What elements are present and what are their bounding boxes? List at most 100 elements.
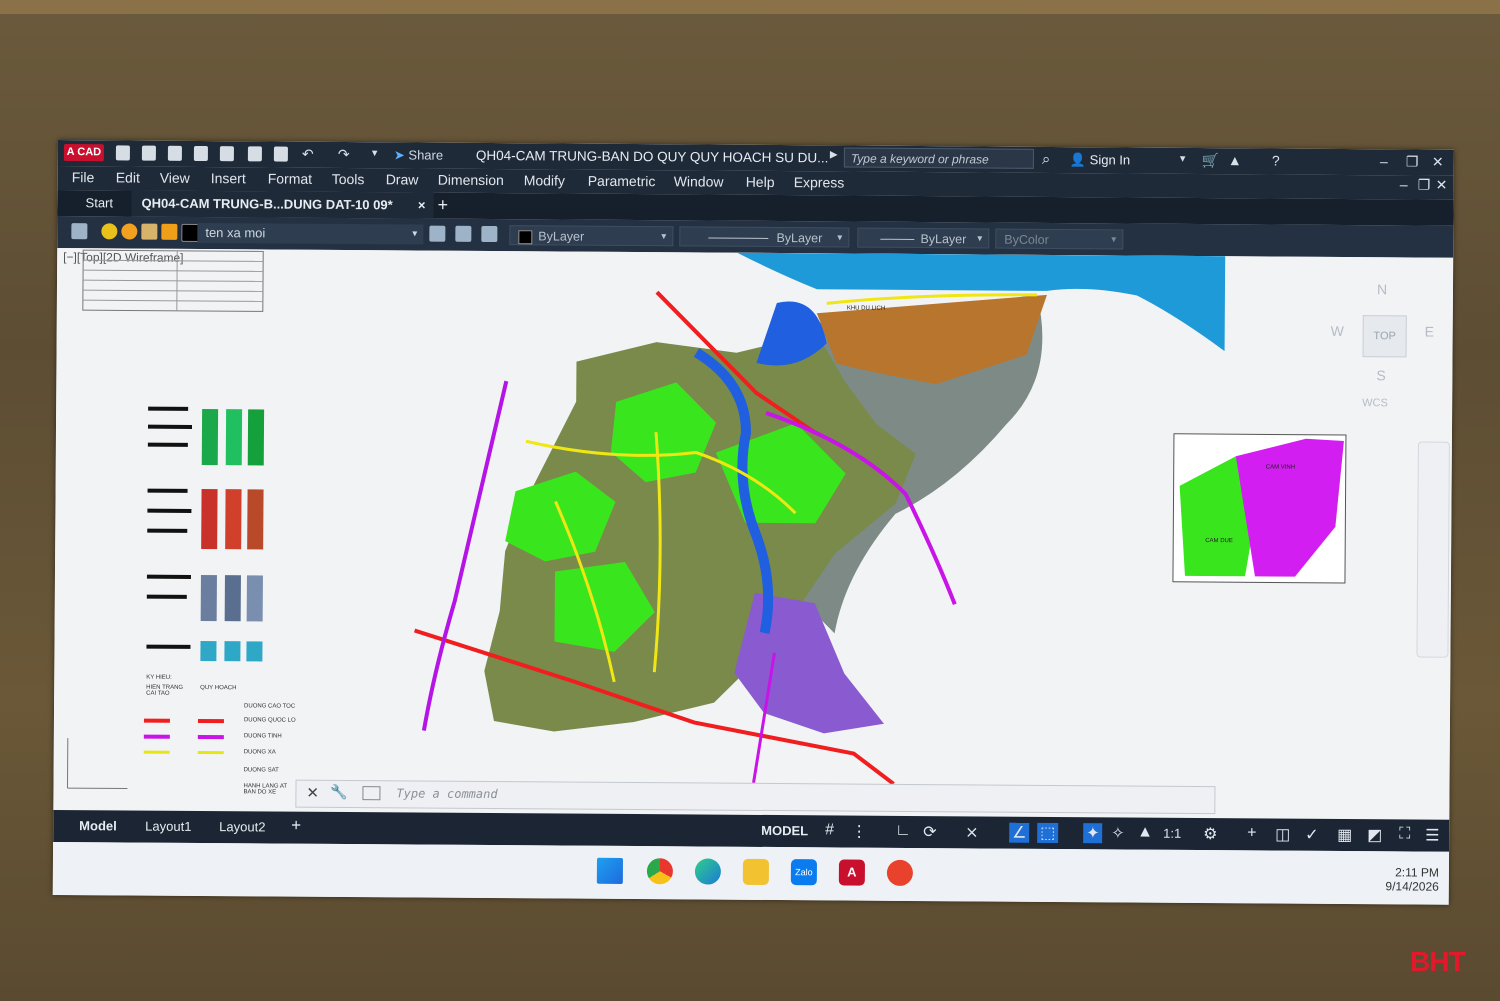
model-space-button[interactable]: MODEL: [761, 823, 808, 838]
viewcube-north[interactable]: N: [1377, 281, 1387, 297]
viewcube-south[interactable]: S: [1376, 367, 1385, 383]
match-layer-icon[interactable]: [455, 225, 472, 242]
menu-draw[interactable]: Draw: [386, 171, 419, 187]
otrack-icon[interactable]: ∠: [1009, 822, 1030, 843]
sign-in-dropdown-icon[interactable]: ▾: [1180, 152, 1186, 165]
lineweight-dropdown[interactable]: ByLayer ▾: [857, 227, 990, 249]
close-icon[interactable]: ✕: [1432, 154, 1444, 171]
plotstyle-dropdown[interactable]: ByColor ▾: [995, 228, 1124, 250]
isolate-objects-icon[interactable]: ◫: [1275, 825, 1290, 845]
open-folder-icon[interactable]: [141, 145, 156, 161]
help-search-input[interactable]: Type a keyword or phrase: [843, 147, 1034, 169]
menu-view[interactable]: View: [160, 170, 190, 186]
grid-icon[interactable]: #: [825, 821, 834, 839]
make-current-icon[interactable]: [429, 225, 446, 242]
tab-layout2[interactable]: Layout2: [219, 819, 265, 834]
osnap-icon[interactable]: ⨯: [965, 822, 979, 842]
menu-express[interactable]: Express: [794, 174, 845, 190]
viewcube-top[interactable]: TOP: [1362, 315, 1407, 358]
add-layout-button[interactable]: +: [291, 816, 301, 836]
scale-dropdown[interactable]: 1:1: [1163, 826, 1181, 841]
minimize-icon[interactable]: –: [1380, 153, 1388, 169]
title-expand-icon[interactable]: ▶: [830, 149, 838, 160]
layer-freeze-icon[interactable]: [121, 223, 138, 240]
chrome-icon[interactable]: [646, 858, 674, 885]
linetype-dropdown[interactable]: ByLayer ▾: [679, 226, 850, 248]
print-icon[interactable]: [273, 146, 288, 162]
tab-document[interactable]: QH04-CAM TRUNG-B...DUNG DAT-10 09* ×: [131, 190, 434, 219]
autodesk-app-icon[interactable]: ▲: [1228, 152, 1242, 168]
layer-viewport-icon[interactable]: [141, 223, 158, 240]
menu-format[interactable]: Format: [268, 170, 312, 186]
redo-icon[interactable]: ↷: [338, 146, 350, 163]
menu-tools[interactable]: Tools: [332, 171, 365, 187]
doc-minimize-icon[interactable]: –: [1400, 176, 1408, 192]
menu-parametric[interactable]: Parametric: [588, 173, 656, 189]
wrench-icon[interactable]: 🔧: [330, 784, 348, 801]
snap-icon[interactable]: ⋮: [851, 822, 867, 842]
dynamic-ucs-icon[interactable]: ⬚: [1037, 822, 1059, 844]
polar-icon[interactable]: ⟳: [923, 822, 937, 842]
doc-close-icon[interactable]: ✕: [1436, 177, 1448, 194]
close-icon[interactable]: ✕: [306, 784, 319, 802]
tab-close-icon[interactable]: ×: [418, 193, 426, 219]
tab-layout1[interactable]: Layout1: [145, 819, 191, 834]
clean-screen-icon[interactable]: ◩: [1367, 825, 1382, 845]
open-web-icon[interactable]: [219, 146, 234, 162]
navigation-bar[interactable]: [1416, 441, 1450, 658]
menu-insert[interactable]: Insert: [211, 170, 246, 186]
new-file-icon[interactable]: [115, 145, 130, 161]
save-as-icon[interactable]: [193, 145, 208, 162]
restore-icon[interactable]: ❐: [1406, 153, 1419, 170]
auto-scale-icon[interactable]: ✧: [1111, 823, 1125, 843]
command-input[interactable]: Type a command: [396, 786, 497, 801]
layer-dropdown[interactable]: ten xa moi ▾: [197, 222, 424, 245]
viewcube-west[interactable]: W: [1331, 323, 1344, 339]
properties-icon[interactable]: ▦: [1337, 825, 1352, 845]
recent-commands-icon[interactable]: [362, 786, 381, 801]
layer-previous-icon[interactable]: [481, 225, 498, 243]
layer-properties-icon[interactable]: [71, 223, 88, 240]
annotation-visibility-icon[interactable]: ✦: [1083, 823, 1103, 844]
menu-help[interactable]: Help: [746, 174, 775, 190]
ortho-icon[interactable]: ∟: [895, 822, 911, 840]
plus-icon[interactable]: +: [1247, 824, 1256, 842]
menu-edit[interactable]: Edit: [116, 169, 140, 185]
new-tab-button[interactable]: +: [437, 195, 448, 216]
undo-icon[interactable]: ↶: [302, 146, 314, 163]
tab-start[interactable]: Start: [86, 195, 114, 210]
tab-model[interactable]: Model: [79, 818, 117, 833]
gear-icon[interactable]: ⚙: [1203, 824, 1217, 844]
autocad-taskbar-icon[interactable]: A: [838, 859, 865, 886]
layer-lock-icon[interactable]: [161, 223, 178, 240]
layer-on-icon[interactable]: [101, 223, 118, 240]
wcs-menu[interactable]: WCS: [1362, 397, 1388, 409]
share-button[interactable]: ➤ Share: [394, 147, 443, 163]
cart-icon[interactable]: 🛒: [1202, 152, 1220, 169]
drawing-canvas[interactable]: [−][Top][2D Wireframe] KY HIEU: HIEN TRA…: [53, 247, 1454, 820]
fullscreen-icon[interactable]: ⛶: [1399, 825, 1410, 843]
menu-window[interactable]: Window: [674, 173, 724, 189]
zalo-icon[interactable]: Zalo: [790, 859, 817, 886]
sign-in-button[interactable]: 👤 Sign In: [1070, 152, 1130, 168]
annotation-scale-icon[interactable]: ▲: [1137, 824, 1153, 842]
app-logo[interactable]: A CAD: [63, 144, 104, 162]
menu-file[interactable]: File: [72, 169, 95, 185]
save-web-icon[interactable]: [247, 146, 262, 162]
viewcube-east[interactable]: E: [1425, 324, 1434, 340]
search-icon[interactable]: ⌕: [1042, 151, 1051, 168]
edge-icon[interactable]: [694, 858, 721, 885]
system-clock[interactable]: 2:11 PM 9/14/2026: [1371, 865, 1439, 893]
start-menu-icon[interactable]: [596, 857, 624, 884]
powerpoint-icon[interactable]: [886, 859, 913, 886]
file-explorer-icon[interactable]: [742, 858, 769, 885]
hardware-acceleration-icon[interactable]: ✓: [1305, 825, 1319, 845]
menu-modify[interactable]: Modify: [524, 172, 565, 188]
customization-menu-icon[interactable]: ☰: [1425, 826, 1439, 846]
doc-restore-icon[interactable]: ❐: [1418, 176, 1431, 193]
color-dropdown[interactable]: ByLayer ▾: [509, 225, 674, 247]
help-icon[interactable]: ?: [1272, 152, 1280, 168]
save-icon[interactable]: [167, 145, 182, 161]
customize-dropdown-icon[interactable]: ▾: [372, 146, 378, 159]
menu-dimension[interactable]: Dimension: [438, 172, 504, 188]
